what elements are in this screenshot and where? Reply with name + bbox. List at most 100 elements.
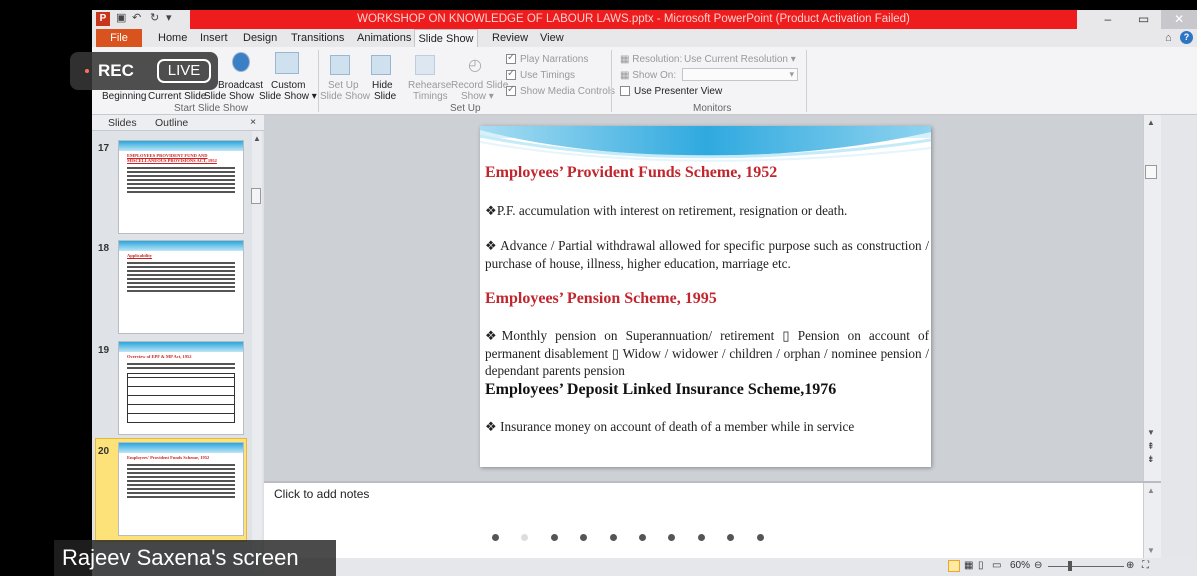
- thumbnail-wave: [119, 241, 243, 251]
- setup-button-line1[interactable]: Set Up: [328, 80, 359, 91]
- notes-pane[interactable]: [264, 481, 1161, 558]
- hide-slide-button[interactable]: Slide: [374, 91, 396, 102]
- help-icon[interactable]: ?: [1180, 31, 1193, 44]
- slide-thumbnail-18[interactable]: Applicability: [118, 240, 244, 334]
- slide-thumbnail-19[interactable]: Overview of EPF & MP Act, 1952: [118, 341, 244, 435]
- tab-slide-show[interactable]: Slide Show: [414, 29, 478, 47]
- thumbnail-table: [127, 373, 235, 423]
- pagination-dot: [639, 534, 646, 541]
- play-narrations-checkbox[interactable]: Play Narrations: [506, 52, 588, 65]
- scroll-up-icon[interactable]: ▲: [1147, 486, 1155, 495]
- rehearse-line1[interactable]: Rehearse: [408, 80, 451, 91]
- tab-slides[interactable]: Slides: [108, 117, 137, 129]
- pagination-dot: [698, 534, 705, 541]
- presenter-view-label: Use Presenter View: [634, 86, 723, 97]
- slide-number: 20: [98, 446, 110, 457]
- tab-design[interactable]: Design: [243, 29, 277, 47]
- pagination-dot: [521, 534, 528, 541]
- slide-number: 18: [98, 243, 110, 254]
- broadcast-button-line1[interactable]: Broadcast: [218, 80, 263, 91]
- pagination-dot: [492, 534, 499, 541]
- use-timings-checkbox[interactable]: Use Timings: [506, 68, 575, 81]
- thumbnail-wave: [119, 342, 243, 352]
- record-line1[interactable]: Record Slide: [451, 80, 508, 91]
- tab-insert[interactable]: Insert: [200, 29, 228, 47]
- redo-icon[interactable]: ↻: [150, 11, 159, 24]
- tab-file[interactable]: File: [96, 29, 142, 47]
- slide-heading: Employees’ Deposit Linked Insurance Sche…: [485, 381, 837, 398]
- setup-slide-show-button[interactable]: Slide Show: [320, 91, 370, 102]
- from-current-slide-button[interactable]: Current Slide: [148, 91, 206, 102]
- thumbnail-title: EMPLOYEES PROVIDENT FUND AND MISCELLANEO…: [127, 153, 217, 163]
- slide-bullet: ❖Monthly pension on Superannuation/ reti…: [485, 328, 929, 378]
- tab-animations[interactable]: Animations: [357, 29, 411, 47]
- save-icon[interactable]: ▣: [116, 11, 126, 24]
- zoom-level[interactable]: 60%: [1010, 560, 1030, 571]
- previous-slide-icon[interactable]: ⇞: [1147, 441, 1155, 452]
- tab-view[interactable]: View: [540, 29, 564, 47]
- thumbnail-title: Overview of EPF & MP Act, 1952: [127, 354, 192, 359]
- broadcast-slide-show-button[interactable]: Slide Show: [204, 91, 254, 102]
- zoom-in-icon[interactable]: ⊕: [1126, 560, 1134, 571]
- pagination-dot: [580, 534, 587, 541]
- scroll-thumb[interactable]: [251, 188, 261, 204]
- from-beginning-button[interactable]: Beginning: [102, 91, 146, 102]
- show-on-icon: ▦: [620, 70, 633, 81]
- live-badge: LIVE: [157, 59, 211, 83]
- notes-placeholder[interactable]: Click to add notes: [274, 487, 369, 501]
- scroll-up-icon[interactable]: ▲: [253, 134, 261, 143]
- tab-home[interactable]: Home: [158, 29, 187, 47]
- close-panel-button[interactable]: ×: [250, 116, 256, 128]
- reading-view-icon[interactable]: ▯: [978, 560, 984, 571]
- scroll-up-icon[interactable]: ▲: [1147, 118, 1155, 127]
- zoom-out-icon[interactable]: ⊖: [1034, 560, 1042, 571]
- custom-slide-show-button[interactable]: Slide Show ▾: [259, 91, 317, 102]
- pagination-dot: [551, 534, 558, 541]
- scroll-down-icon[interactable]: ▼: [1147, 428, 1155, 437]
- record-slide-show-button[interactable]: Show ▾: [461, 91, 494, 102]
- minimize-button[interactable]: –: [1090, 10, 1126, 29]
- pagination-dot: [757, 534, 764, 541]
- slide-bullet: ❖P.F. accumulation with interest on reti…: [485, 203, 848, 218]
- customize-qat-icon[interactable]: ▾: [166, 11, 172, 24]
- resolution-row: ▦ Resolution:: [620, 54, 682, 65]
- slide-show-view-icon[interactable]: ▭: [992, 560, 1001, 571]
- minimize-ribbon-icon[interactable]: ⌂: [1165, 29, 1172, 47]
- custom-slide-show-icon: [275, 52, 299, 74]
- slide-thumbnail-17[interactable]: EMPLOYEES PROVIDENT FUND AND MISCELLANEO…: [118, 140, 244, 234]
- show-media-controls-checkbox[interactable]: Show Media Controls: [506, 84, 615, 97]
- tab-outline[interactable]: Outline: [155, 117, 188, 129]
- hide-slide-line1[interactable]: Hide: [372, 80, 393, 91]
- zoom-slider-thumb[interactable]: [1068, 561, 1072, 571]
- screen-share-label: Rajeev Saxena's screen: [54, 540, 336, 576]
- undo-icon[interactable]: ↶: [132, 11, 141, 24]
- normal-view-icon[interactable]: [948, 560, 960, 572]
- next-slide-icon[interactable]: ⇟: [1147, 454, 1155, 465]
- slide-sorter-icon[interactable]: ▦: [964, 560, 973, 571]
- zoom-slider[interactable]: [1048, 566, 1124, 567]
- group-divider: [611, 50, 612, 112]
- group-label-start: Start Slide Show: [174, 103, 248, 114]
- checkbox-icon: [506, 84, 516, 97]
- scroll-thumb[interactable]: [1145, 165, 1157, 179]
- use-presenter-view-checkbox[interactable]: Use Presenter View: [620, 86, 722, 97]
- custom-button-line1[interactable]: Custom: [271, 80, 305, 91]
- tab-transitions[interactable]: Transitions: [291, 29, 344, 47]
- slide-bullet: ❖ Insurance money on account of death of…: [485, 419, 855, 434]
- group-label-setup: Set Up: [450, 103, 481, 114]
- fit-slide-icon[interactable]: ⛶: [1142, 560, 1149, 571]
- show-on-select[interactable]: ▾: [682, 68, 798, 81]
- resolution-select[interactable]: Use Current Resolution ▾: [684, 54, 796, 65]
- slide-thumbnail-20[interactable]: Employees' Provident Funds Scheme, 1952: [118, 442, 244, 536]
- close-button[interactable]: ✕: [1161, 10, 1197, 29]
- tab-review[interactable]: Review: [492, 29, 528, 47]
- maximize-button[interactable]: ▭: [1126, 10, 1162, 29]
- status-bar: [264, 558, 1197, 576]
- rehearse-timings-button[interactable]: Timings: [413, 91, 448, 102]
- show-on-row: ▦ Show On:: [620, 70, 676, 81]
- slide-heading: Employees’ Provident Funds Scheme, 1952: [485, 164, 778, 181]
- scroll-down-icon[interactable]: ▼: [1147, 546, 1155, 555]
- slide-canvas[interactable]: Employees’ Provident Funds Scheme, 1952 …: [480, 126, 931, 467]
- rehearse-timings-icon: [415, 55, 435, 75]
- pagination-dot: [668, 534, 675, 541]
